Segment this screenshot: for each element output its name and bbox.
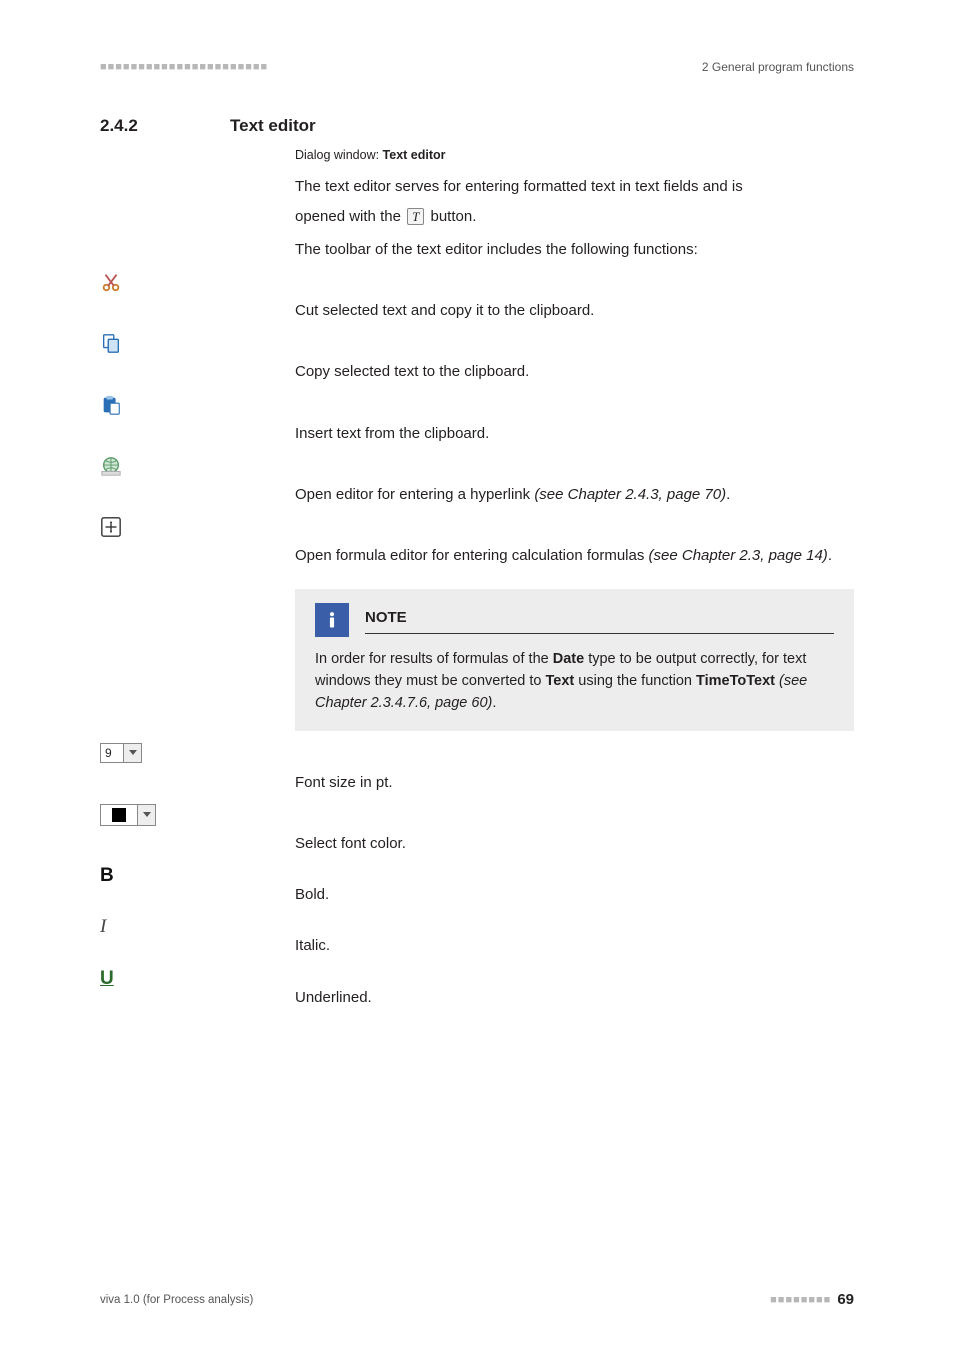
intro-paragraph-2: opened with the T button. [295,205,854,228]
page-header: ■■■■■■■■■■■■■■■■■■■■■■ 2 General program… [100,60,854,74]
font-size-selector: 9 [100,741,295,763]
info-icon [315,603,349,637]
formula-description: Open formula editor for entering calcula… [295,514,832,567]
font-color-selector [100,802,295,827]
font-size-description: Font size in pt. [295,741,393,794]
page-number: 69 [837,1291,854,1308]
copy-description: Copy selected text to the clipboard. [295,330,529,383]
note-box: NOTE In order for results of formulas of… [295,589,854,730]
hyperlink-icon [100,453,295,482]
intro-paragraph-1: The text editor serves for entering form… [295,175,854,198]
section-number: 2.4.2 [100,116,200,136]
copy-icon [100,330,295,359]
dialog-window-label: Dialog window: Text editor [295,146,854,165]
footer-dashes: ■■■■■■■■ [770,1294,831,1306]
bold-icon: B [100,863,295,887]
bold-description: Bold. [295,863,329,906]
section-heading: 2.4.2 Text editor [100,116,854,136]
paste-icon [100,392,295,421]
underline-description: Underlined. [295,966,372,1009]
text-editor-button-icon: T [407,208,424,225]
intro-paragraph-3: The toolbar of the text editor includes … [295,238,854,261]
cut-description: Cut selected text and copy it to the cli… [295,269,594,322]
underline-icon: U [100,966,295,990]
font-size-value: 9 [101,744,123,762]
italic-description: Italic. [295,914,330,957]
dropdown-arrow-icon [137,805,155,825]
footer-left: viva 1.0 (for Process analysis) [100,1294,253,1306]
paste-description: Insert text from the clipboard. [295,392,489,445]
cut-icon [100,269,295,298]
note-title: NOTE [365,609,407,626]
font-color-description: Select font color. [295,802,406,855]
hyperlink-description: Open editor for entering a hyperlink (se… [295,453,730,506]
page-footer: viva 1.0 (for Process analysis) ■■■■■■■■… [100,1291,854,1308]
color-swatch-icon [112,808,126,822]
formula-icon [100,514,295,543]
section-title: Text editor [230,116,316,136]
italic-icon: I [100,914,295,938]
header-dashes: ■■■■■■■■■■■■■■■■■■■■■■ [100,61,268,73]
note-body: In order for results of formulas of the … [315,649,834,714]
header-chapter: 2 General program functions [702,60,854,74]
dropdown-arrow-icon [123,744,141,762]
